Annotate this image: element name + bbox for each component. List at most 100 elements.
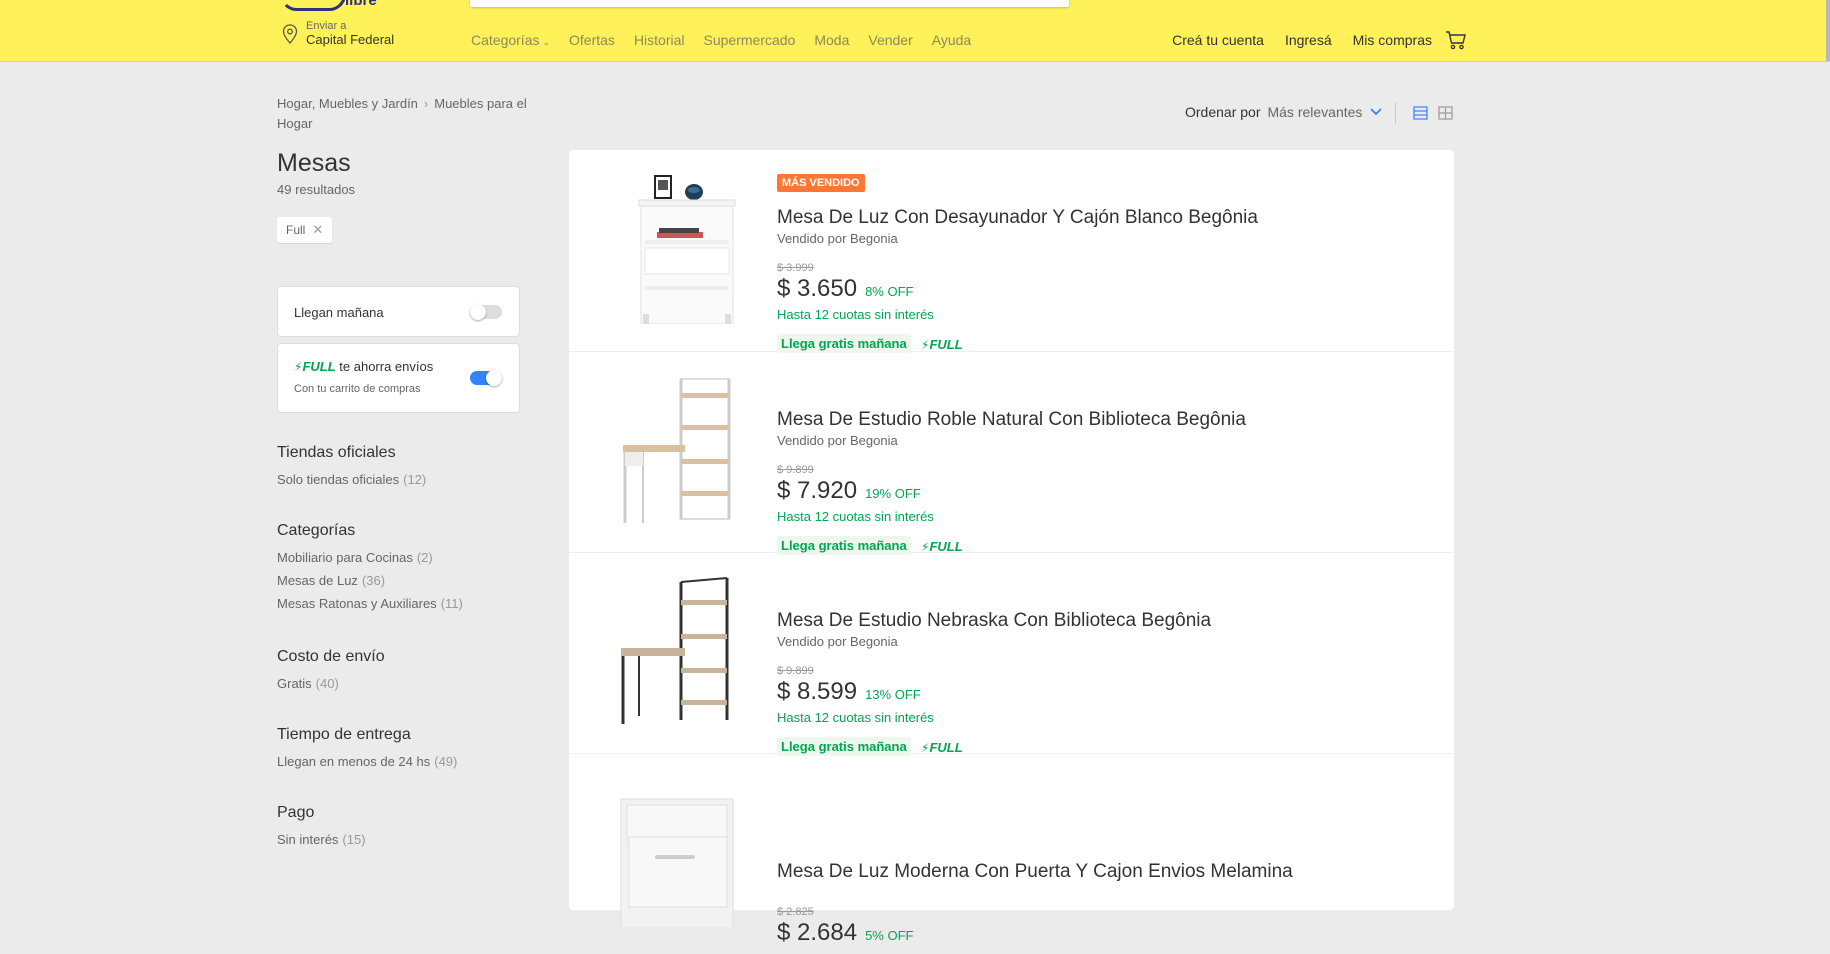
product-discount: 8% OFF xyxy=(865,284,914,299)
sort-control[interactable]: Ordenar por Más relevantes xyxy=(1185,104,1383,120)
create-account-link[interactable]: Creá tu cuenta xyxy=(1172,32,1264,48)
close-icon[interactable]: ✕ xyxy=(312,222,323,238)
product-discount: 5% OFF xyxy=(865,928,914,943)
filter-section-shipping-cost: Costo de envío Gratis (40) xyxy=(277,648,385,699)
product-image[interactable] xyxy=(617,375,737,525)
header: libre Enviar a Capital Federal Categoría… xyxy=(0,0,1830,62)
breadcrumb: Hogar, Muebles y Jardín › Muebles para el … xyxy=(277,94,557,134)
product-installments: Hasta 12 cuotas sin interés xyxy=(777,710,934,725)
full-filter-label: te ahorra envíos xyxy=(339,359,434,374)
full-badge: ⚡FULL xyxy=(921,337,963,352)
nav-moda[interactable]: Moda xyxy=(814,32,849,48)
filter-section-categories: Categorías Mobiliario para Cocinas (2) Me… xyxy=(277,522,463,619)
product-title[interactable]: Mesa De Estudio Nebraska Con Biblioteca … xyxy=(777,610,1211,632)
scrollbar[interactable] xyxy=(1826,0,1830,61)
product-price-row: $ 2.684 5% OFF xyxy=(777,919,913,947)
product-installments: Hasta 12 cuotas sin interés xyxy=(777,509,934,524)
applied-filter-chip[interactable]: Full ✕ xyxy=(277,217,333,243)
location-pin-icon xyxy=(282,24,298,44)
results-count: 49 resultados xyxy=(277,182,356,197)
product-price-row: $ 7.920 19% OFF xyxy=(777,477,921,505)
nav-historial[interactable]: Historial xyxy=(634,32,685,48)
best-seller-badge: MÁS VENDIDO xyxy=(777,174,865,192)
main-nav: Categorías ⌄ Ofertas Historial Supermerca… xyxy=(471,32,971,48)
product-item[interactable]: Mesa De Luz Moderna Con Puerta Y Cajon E… xyxy=(569,753,1454,954)
filter-heading: Pago xyxy=(277,804,315,821)
product-seller: Vendido por Begonia xyxy=(777,634,898,649)
logo-text[interactable]: libre xyxy=(345,0,377,9)
product-discount: 19% OFF xyxy=(865,486,921,501)
product-image[interactable] xyxy=(617,174,737,324)
search-input[interactable] xyxy=(470,0,1069,7)
filter-option[interactable]: Gratis (40) xyxy=(277,676,385,691)
product-price-row: $ 3.650 8% OFF xyxy=(777,275,913,303)
breadcrumb-item[interactable]: Hogar, Muebles y Jardín xyxy=(277,96,418,111)
filter-option[interactable]: Mesas Ratonas y Auxiliares (11) xyxy=(277,596,463,611)
product-discount: 13% OFF xyxy=(865,687,921,702)
product-old-price: $ 9.899 xyxy=(777,464,814,476)
chevron-right-icon: › xyxy=(423,96,429,111)
product-seller: Vendido por Begonia xyxy=(777,433,898,448)
filter-section-official-stores: Tiendas oficiales Solo tiendas oficiales… xyxy=(277,444,426,495)
nav-categorias[interactable]: Categorías ⌄ xyxy=(471,32,550,48)
sort-value: Más relevantes xyxy=(1267,104,1363,120)
filter-section-payment: Pago Sin interés (15) xyxy=(277,804,366,855)
grid-view-icon[interactable] xyxy=(1438,106,1453,120)
nav-vender[interactable]: Vender xyxy=(868,32,912,48)
filter-option[interactable]: Sin interés (15) xyxy=(277,832,366,847)
sort-label: Ordenar por xyxy=(1185,104,1261,120)
filter-heading: Tiempo de entrega xyxy=(277,726,411,743)
applied-filter-label: Full xyxy=(286,223,306,237)
cart-icon[interactable] xyxy=(1445,30,1467,50)
location-label: Enviar a xyxy=(306,20,347,32)
product-item[interactable]: Mesa De Estudio Nebraska Con Biblioteca … xyxy=(569,552,1454,756)
product-seller: Vendido por Begonia xyxy=(777,231,898,246)
product-old-price: $ 9.899 xyxy=(777,665,814,677)
chevron-down-icon: ⌄ xyxy=(542,37,551,47)
filter-heading: Costo de envío xyxy=(277,648,385,665)
list-view-icon[interactable] xyxy=(1413,106,1428,120)
filter-option[interactable]: Solo tiendas oficiales (12) xyxy=(277,472,426,487)
product-item[interactable]: Mesa De Estudio Roble Natural Con Biblio… xyxy=(569,351,1454,555)
product-old-price: $ 2.825 xyxy=(777,906,814,918)
filter-card-tomorrow[interactable]: Llegan mañana xyxy=(277,286,520,337)
product-image[interactable] xyxy=(617,777,737,927)
full-word: FULL xyxy=(302,359,336,374)
filter-option[interactable]: Mobiliario para Cocinas (2) xyxy=(277,550,463,565)
logo-icon[interactable] xyxy=(280,0,346,11)
filter-heading: Categorías xyxy=(277,522,356,539)
nav-supermercado[interactable]: Supermercado xyxy=(704,32,796,48)
user-nav: Creá tu cuenta Ingresá Mis compras xyxy=(1172,32,1432,48)
results-list: MÁS VENDIDO Mesa De Luz Con Desayunador … xyxy=(569,150,1454,946)
product-title[interactable]: Mesa De Estudio Roble Natural Con Biblio… xyxy=(777,409,1246,431)
filter-heading: Tiendas oficiales xyxy=(277,444,396,461)
filter-option[interactable]: Llegan en menos de 24 hs (49) xyxy=(277,754,457,769)
full-filter-sub: Con tu carrito de compras xyxy=(294,383,421,395)
product-price: $ 2.684 xyxy=(777,919,858,946)
product-installments: Hasta 12 cuotas sin interés xyxy=(777,307,934,322)
filter-card-full[interactable]: ⚡FULL te ahorra envíos Con tu carrito de… xyxy=(277,343,520,413)
view-divider xyxy=(1395,102,1396,124)
filter-section-delivery-time: Tiempo de entrega Llegan en menos de 24 … xyxy=(277,726,457,777)
full-toggle[interactable] xyxy=(470,370,502,386)
product-price: $ 7.920 xyxy=(777,477,858,504)
my-purchases-link[interactable]: Mis compras xyxy=(1353,32,1432,48)
page-title: Mesas xyxy=(277,149,351,177)
chevron-down-icon xyxy=(1370,108,1383,116)
full-filter-text: ⚡FULL te ahorra envíos xyxy=(294,359,433,374)
product-price: $ 8.599 xyxy=(777,678,858,705)
product-old-price: $ 3.999 xyxy=(777,262,814,274)
filter-option[interactable]: Mesas de Luz (36) xyxy=(277,573,463,588)
product-price: $ 3.650 xyxy=(777,275,858,302)
tomorrow-toggle[interactable] xyxy=(470,304,502,320)
location-value: Capital Federal xyxy=(306,32,395,47)
login-link[interactable]: Ingresá xyxy=(1285,32,1332,48)
nav-ofertas[interactable]: Ofertas xyxy=(569,32,615,48)
nav-ayuda[interactable]: Ayuda xyxy=(932,32,971,48)
product-item[interactable]: MÁS VENDIDO Mesa De Luz Con Desayunador … xyxy=(569,150,1454,353)
filter-tomorrow-label: Llegan mañana xyxy=(294,305,384,320)
product-image[interactable] xyxy=(617,576,737,726)
product-price-row: $ 8.599 13% OFF xyxy=(777,678,921,706)
product-title[interactable]: Mesa De Luz Moderna Con Puerta Y Cajon E… xyxy=(777,861,1293,883)
product-title[interactable]: Mesa De Luz Con Desayunador Y Cajón Blan… xyxy=(777,207,1258,229)
